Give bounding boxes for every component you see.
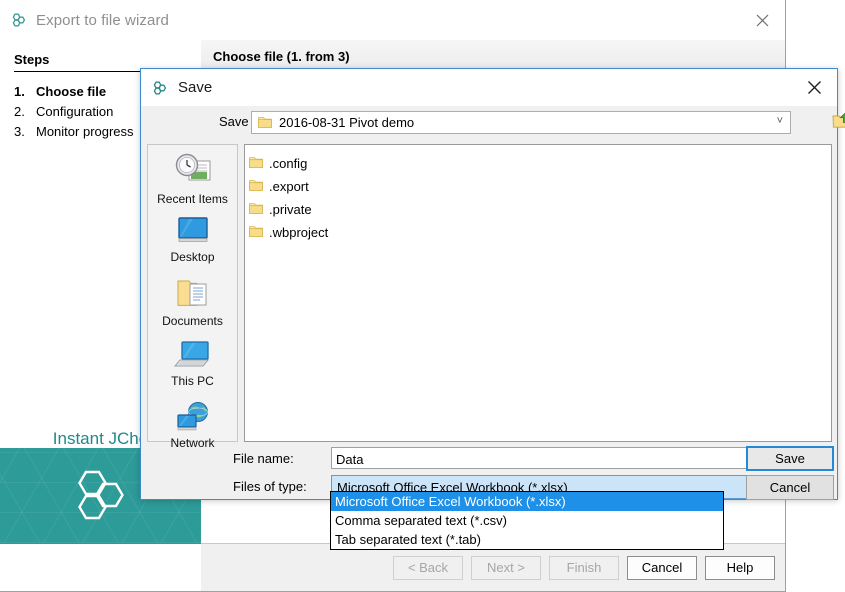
list-item[interactable]: .private [249, 198, 831, 221]
dialog-toolbar: ▼ [831, 110, 845, 131]
help-button[interactable]: Help [705, 556, 775, 580]
place-recent-items[interactable]: Recent Items [148, 153, 237, 206]
folder-icon [249, 156, 263, 172]
save-dialog: Save Save in: 2016-08-31 Pivot demo ˅ [140, 68, 838, 500]
step-label: Monitor progress [36, 122, 134, 141]
list-item[interactable]: .config [249, 152, 831, 175]
directory-combobox[interactable]: 2016-08-31 Pivot demo ˅ [251, 111, 791, 134]
step-number: 2. [14, 102, 36, 121]
close-icon [756, 14, 769, 27]
file-name: .wbproject [269, 225, 328, 240]
documents-icon [173, 277, 213, 311]
up-one-level-icon[interactable] [831, 110, 845, 131]
finish-button[interactable]: Finish [549, 556, 619, 580]
next-button[interactable]: Next > [471, 556, 541, 580]
hexagon-logo-icon [10, 11, 28, 29]
hexagon-logo-icon [151, 79, 169, 97]
network-icon [172, 401, 214, 433]
list-item[interactable]: .wbproject [249, 221, 831, 244]
file-name-label: File name: [233, 451, 343, 466]
folder-icon [249, 179, 263, 195]
file-name-row: File name: [141, 447, 837, 473]
place-network[interactable]: Network [148, 401, 237, 450]
page-title: Choose file (1. from 3) [213, 49, 350, 64]
recent-items-icon [173, 153, 213, 189]
dropdown-option-xlsx[interactable]: Microsoft Office Excel Workbook (*.xlsx) [331, 492, 723, 511]
dropdown-option-csv[interactable]: Comma separated text (*.csv) [331, 511, 723, 530]
save-cancel-button[interactable]: Cancel [746, 475, 834, 500]
save-dialog-close-button[interactable] [791, 69, 837, 106]
step-label: Choose file [36, 82, 106, 101]
this-pc-icon [172, 339, 214, 371]
place-desktop[interactable]: Desktop [148, 215, 237, 264]
step-number: 1. [14, 82, 36, 101]
save-in-row: Save in: 2016-08-31 Pivot demo ˅ [141, 106, 837, 140]
file-name: .private [269, 202, 312, 217]
files-of-type-dropdown[interactable]: Microsoft Office Excel Workbook (*.xlsx)… [330, 491, 724, 550]
file-name: .export [269, 179, 309, 194]
hexagon-logo-large-icon [72, 468, 134, 527]
desktop-icon [173, 215, 213, 247]
list-item[interactable]: .export [249, 175, 831, 198]
file-list[interactable]: .config .export .private [244, 144, 832, 442]
save-dialog-title: Save [178, 79, 212, 96]
current-folder-name: 2016-08-31 Pivot demo [279, 115, 414, 130]
folder-icon [249, 202, 263, 218]
screen-root: Export to file wizard Steps 1. Choose fi… [0, 0, 845, 592]
wizard-title: Export to file wizard [36, 12, 169, 29]
file-name: .config [269, 156, 307, 171]
place-label: Documents [162, 314, 223, 328]
wizard-button-bar: < Back Next > Finish Cancel Help [201, 543, 785, 591]
wizard-close-button[interactable] [739, 0, 785, 40]
place-label: Recent Items [157, 192, 228, 206]
place-documents[interactable]: Documents [148, 277, 237, 328]
save-dialog-title-bar: Save [141, 69, 837, 106]
dropdown-option-tab[interactable]: Tab separated text (*.tab) [331, 530, 723, 549]
files-of-type-label: Files of type: [233, 479, 343, 494]
place-label: Desktop [170, 250, 214, 264]
file-name-input[interactable] [331, 447, 791, 469]
wizard-title-bar: Export to file wizard [0, 0, 785, 40]
save-button[interactable]: Save [746, 446, 834, 471]
back-button[interactable]: < Back [393, 556, 463, 580]
step-label: Configuration [36, 102, 113, 121]
place-label: This PC [171, 374, 214, 388]
step-number: 3. [14, 122, 36, 141]
chevron-down-icon[interactable]: ˅ [777, 115, 783, 127]
folder-icon [258, 116, 272, 129]
close-icon [807, 80, 822, 95]
folder-icon [249, 225, 263, 241]
cancel-button[interactable]: Cancel [627, 556, 697, 580]
place-this-pc[interactable]: This PC [148, 339, 237, 388]
places-bar: Recent Items Desktop [147, 144, 238, 442]
